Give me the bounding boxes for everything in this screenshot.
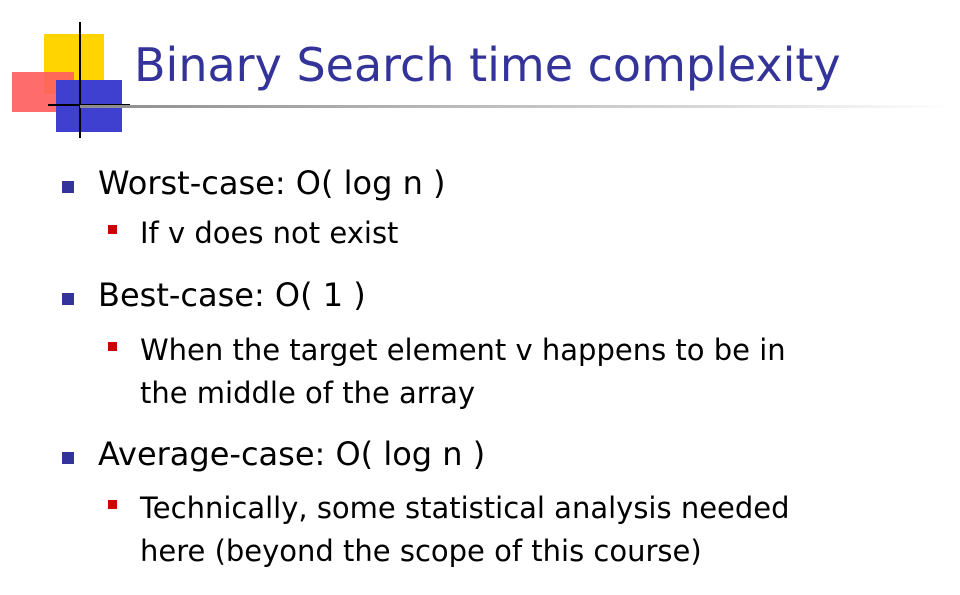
sub-bullet-text-line2: the middle of the array xyxy=(140,376,476,410)
sub-bullet-text: If v does not exist xyxy=(140,216,399,250)
bullet-square-icon xyxy=(62,181,74,193)
bullet-square-icon xyxy=(62,452,74,464)
bullet-text: Worst-case: O( log n ) xyxy=(98,164,446,202)
sub-bullet-text-line2: here (beyond the scope of this course) xyxy=(140,534,702,568)
sub-bullet-square-icon xyxy=(108,342,117,351)
bullet-best-case: Best-case: O( 1 ) xyxy=(62,276,922,316)
sub-bullet-square-icon xyxy=(108,225,117,234)
sub-bullet-best-case: When the target element v happens to be … xyxy=(108,331,928,411)
bullet-text: Average-case: O( log n ) xyxy=(98,435,486,473)
bullet-worst-case: Worst-case: O( log n ) xyxy=(62,164,922,204)
sub-bullet-text-line1: Technically, some statistical analysis n… xyxy=(140,491,790,525)
sub-bullet-average-case: Technically, some statistical analysis n… xyxy=(108,489,928,569)
sub-bullet-text-line1: When the target element v happens to be … xyxy=(140,333,786,367)
bullet-square-icon xyxy=(62,293,74,305)
bullet-text: Best-case: O( 1 ) xyxy=(98,276,366,314)
sub-bullet-worst-case: If v does not exist xyxy=(108,214,928,252)
bullet-list: Worst-case: O( log n ) If v does not exi… xyxy=(0,0,960,595)
bullet-average-case: Average-case: O( log n ) xyxy=(62,435,922,475)
sub-bullet-square-icon xyxy=(108,500,117,509)
